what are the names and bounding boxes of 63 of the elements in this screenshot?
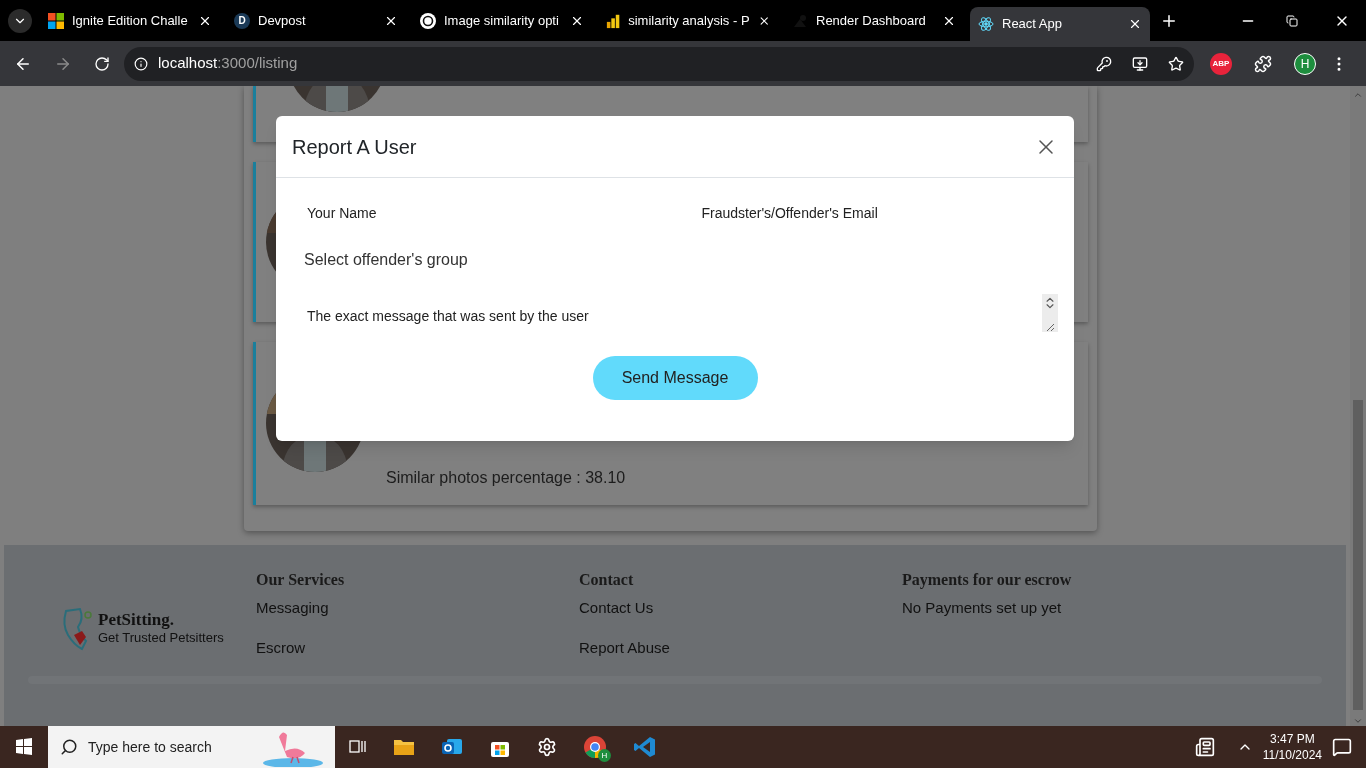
- bookmark-star-icon[interactable]: [1168, 55, 1184, 72]
- install-app-icon[interactable]: [1132, 55, 1148, 72]
- address-bar[interactable]: localhost:3000/listing: [124, 46, 1194, 81]
- logo-title: PetSitting.: [98, 610, 176, 630]
- code-editor-icon[interactable]: [633, 735, 657, 759]
- notifications-icon[interactable]: [1332, 737, 1352, 757]
- news-icon[interactable]: [1194, 737, 1215, 757]
- windows-logo-icon: [48, 12, 64, 29]
- footer-heading: Our Services: [256, 570, 346, 590]
- profile-badge: H: [598, 749, 611, 762]
- dialog-title: Report A User: [292, 134, 418, 160]
- footer-link[interactable]: Report Abuse: [579, 638, 670, 658]
- footer-heading: Payments for our escrow: [902, 570, 1073, 590]
- close-tab-icon[interactable]: [1128, 17, 1142, 31]
- scrollbar[interactable]: [1350, 86, 1366, 726]
- send-message-button[interactable]: Send Message: [592, 356, 758, 400]
- bar-chart-icon: [606, 12, 621, 29]
- tab-title: Ignite Edition Challe: [72, 11, 189, 30]
- search-icon: [60, 738, 78, 756]
- tab-search-button[interactable]: [8, 8, 32, 33]
- group-select[interactable]: Select offender's group: [298, 241, 1038, 279]
- profile-avatar[interactable]: H: [1294, 52, 1316, 75]
- atom-icon: [978, 16, 994, 32]
- similarity-text: Similar photos percentage : 38.10: [386, 468, 626, 486]
- footer-link[interactable]: Escrow: [256, 638, 306, 658]
- tab-title: React App: [1002, 15, 1063, 34]
- devpost-logo-icon: D: [234, 12, 250, 29]
- footer-link[interactable]: No Payments set up yet: [902, 598, 1062, 618]
- pet-logo-icon: [60, 605, 94, 651]
- browser-tab[interactable]: Render Dashboard: [784, 6, 964, 35]
- logo-subtitle: Get Trusted Petsitters: [98, 630, 224, 646]
- settings-icon[interactable]: [537, 737, 557, 757]
- reload-icon[interactable]: [94, 55, 110, 72]
- email-field[interactable]: Fraudster's/Offender's Email: [692, 196, 1052, 230]
- scrollbar-thumb[interactable]: [1353, 400, 1363, 710]
- taskbar-search-field[interactable]: Type here to search: [48, 726, 335, 768]
- message-placeholder: The exact message that was sent by the user: [306, 307, 590, 326]
- footer-link[interactable]: Messaging: [256, 598, 329, 618]
- browser-tab[interactable]: similarity analysis - P: [598, 6, 778, 35]
- browser-tab[interactable]: Ignite Edition Challe: [40, 6, 220, 35]
- browser-tab[interactable]: Image similarity opti: [412, 6, 592, 35]
- key-icon[interactable]: [1096, 55, 1112, 72]
- resize-handle-icon[interactable]: [1045, 322, 1055, 332]
- footer-link[interactable]: Contact Us: [579, 598, 654, 618]
- clock-date: 11/10/2024: [1262, 747, 1322, 763]
- clock[interactable]: 3:47 PM 11/10/2024: [1262, 731, 1322, 763]
- clock-time: 3:47 PM: [1270, 731, 1315, 747]
- browser-tab[interactable]: React App: [970, 7, 1150, 41]
- restore-icon[interactable]: [1286, 14, 1298, 27]
- footer-heading: Contact: [579, 570, 635, 590]
- tab-title: Devpost: [258, 11, 307, 30]
- search-placeholder: Type here to search: [88, 737, 213, 757]
- tab-title: similarity analysis - P: [628, 11, 750, 30]
- message-field[interactable]: The exact message that was sent by the user: [298, 294, 1058, 332]
- folder-icon[interactable]: [393, 737, 415, 757]
- url-text: localhost:3000/listing: [158, 53, 298, 74]
- site-info-icon[interactable]: [134, 56, 148, 71]
- tab-title: Image similarity opti: [444, 11, 560, 30]
- tab-title: Render Dashboard: [816, 11, 927, 30]
- extensions-icon[interactable]: [1254, 54, 1272, 73]
- adblock-extension-icon[interactable]: ABP: [1210, 52, 1232, 75]
- browser-tab[interactable]: D Devpost: [226, 6, 406, 35]
- name-field[interactable]: Your Name: [298, 196, 673, 230]
